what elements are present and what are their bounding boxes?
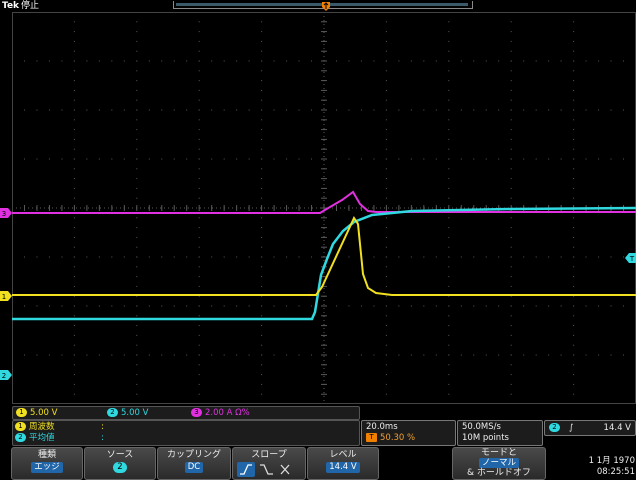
trigger-coupling-label: カップリング — [166, 450, 221, 460]
ch3-scale-readout[interactable]: 3 2.00 A Ω% — [191, 407, 250, 419]
measurement-2: 2 平均値: — [15, 433, 104, 444]
measurement-2-value: : — [101, 433, 104, 443]
slope-either-icon[interactable] — [280, 464, 290, 475]
brand-name: Tek — [2, 1, 20, 11]
ch3-scale: 2.00 A — [205, 408, 233, 418]
ch1-ground-marker[interactable]: 1 — [0, 291, 12, 301]
channel-scale-row: 1 5.00 V 2 5.00 V 3 2.00 A Ω% — [12, 406, 360, 420]
waveform-display[interactable] — [12, 12, 636, 404]
trigger-mode-label: モードと — [480, 448, 517, 458]
ch2-scale: 5.00 V — [121, 408, 149, 418]
measurement-2-label: 平均値 — [29, 433, 55, 443]
acquisition-readout[interactable]: 50.0MS/s 10M points — [457, 420, 543, 446]
time-position: 50.30 % — [380, 433, 416, 443]
ch1-badge: 1 — [16, 408, 27, 417]
time-position-badge: T — [366, 433, 377, 442]
trigger-level-button[interactable]: レベル 14.4 V — [307, 447, 379, 480]
trigger-level-button-value: 14.4 V — [326, 462, 360, 473]
measurement-1: 1 周波数: — [15, 422, 104, 433]
trigger-position-icon — [322, 2, 330, 11]
slope-options — [237, 462, 290, 477]
acquisition-state: 停止 — [21, 1, 40, 11]
ch1-marker-label: 1 — [2, 293, 6, 301]
trigger-level-marker[interactable]: T — [625, 253, 636, 263]
trigger-source-badge: 2 — [549, 423, 560, 432]
ch1-scale: 5.00 V — [30, 408, 58, 418]
trigger-slope-button[interactable]: スロープ — [232, 447, 306, 480]
trigger-readout[interactable]: 2 ∫ 14.4 V — [544, 420, 636, 436]
ch2-marker-label: 2 — [2, 372, 6, 380]
trigger-type-label: 種類 — [37, 450, 56, 460]
trigger-mode-button[interactable]: モードと ノーマル & ホールドオフ — [452, 447, 546, 480]
ch3-ground-marker[interactable]: 3 — [0, 208, 12, 218]
timebase-readout[interactable]: 20.0ms T 50.30 % — [361, 420, 456, 446]
trigger-source-button[interactable]: ソース 2 — [84, 447, 156, 480]
trigger-type-button[interactable]: 種類 エッジ — [11, 447, 83, 480]
ch2-ground-marker[interactable]: 2 — [0, 370, 12, 380]
measurement-1-label: 周波数 — [29, 422, 55, 432]
trigger-source-value: 2 — [113, 462, 127, 473]
date: 1 1月 1970 — [588, 456, 635, 466]
trigger-slope-label: スロープ — [251, 450, 287, 460]
brand-label: Tek 停止 — [2, 0, 39, 12]
ch3-marker-label: 3 — [2, 210, 6, 218]
ch3-impedance: Ω% — [235, 408, 250, 418]
measurement-2-badge: 2 — [15, 433, 26, 442]
measurement-panel[interactable]: 1 周波数: 2 平均値: — [12, 420, 360, 446]
trigger-holdoff-label: & ホールドオフ — [467, 468, 531, 478]
trigger-coupling-value: DC — [184, 462, 204, 473]
trigger-source-label: ソース — [106, 450, 134, 460]
trigger-level-button-label: レベル — [329, 450, 357, 460]
date-time-readout: 1 1月 1970 08:25:51 — [563, 456, 635, 478]
trigger-mode-value: ノーマル — [478, 458, 519, 468]
ch1-scale-readout[interactable]: 1 5.00 V — [16, 407, 57, 419]
trigger-coupling-button[interactable]: カップリング DC — [157, 447, 231, 480]
ch3-badge: 3 — [191, 408, 202, 417]
ch2-badge: 2 — [107, 408, 118, 417]
time-position-readout: T 50.30 % — [366, 432, 415, 444]
trigger-level-label: T — [629, 255, 635, 263]
ch2-scale-readout[interactable]: 2 5.00 V — [107, 407, 148, 419]
trigger-level-value: 14.4 V — [603, 423, 631, 433]
trigger-type-value: エッジ — [31, 462, 63, 473]
record-length: 10M points — [462, 433, 509, 443]
measurement-1-badge: 1 — [15, 422, 26, 431]
trigger-slope-icon: ∫ — [569, 423, 574, 433]
measurement-1-value: : — [101, 422, 104, 432]
time: 08:25:51 — [596, 467, 635, 477]
slope-falling-icon[interactable] — [260, 464, 273, 475]
